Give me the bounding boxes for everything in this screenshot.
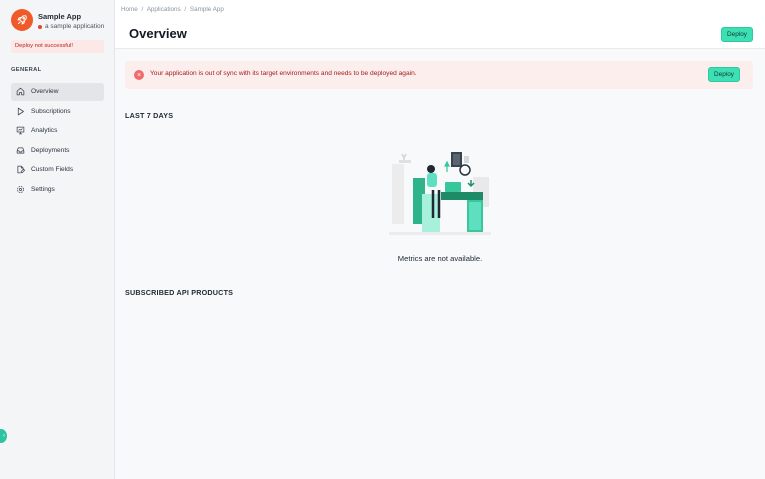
sidebar-item-label: Custom Fields xyxy=(31,166,74,174)
app-description-row: a sample application xyxy=(38,23,104,30)
chevron-left-icon: ‹ xyxy=(3,433,5,439)
sidebar-item-analytics[interactable]: Analytics xyxy=(11,122,104,140)
sidebar-item-label: Settings xyxy=(31,185,55,193)
inbox-tray-icon xyxy=(16,147,25,154)
sidebar-nav: Overview Subscriptions Analytics Deploym… xyxy=(11,83,104,200)
sidebar-item-subscriptions[interactable]: Subscriptions xyxy=(11,103,104,121)
deploy-button[interactable]: Deploy xyxy=(721,27,753,42)
metrics-heading: LAST 7 DAYS xyxy=(125,111,174,120)
app-header[interactable]: Sample App a sample application xyxy=(11,9,111,34)
banner-deploy-button[interactable]: Deploy xyxy=(708,67,740,82)
document-edit-icon xyxy=(17,166,25,174)
metrics-empty-message: Metrics are not available. xyxy=(397,254,483,263)
sidebar-item-label: Overview xyxy=(31,88,59,96)
presentation-chart-icon xyxy=(16,127,25,135)
breadcrumb-home[interactable]: Home xyxy=(121,6,138,13)
deploy-status-badge: Deploy not successful! xyxy=(11,40,104,53)
sidebar-item-label: Deployments xyxy=(31,146,70,154)
sidebar: Sample App a sample application Deploy n… xyxy=(0,0,115,479)
app-name: Sample App xyxy=(38,12,82,21)
sidebar-item-custom-fields[interactable]: Custom Fields xyxy=(11,161,104,179)
gear-icon xyxy=(17,185,24,193)
sidebar-item-overview[interactable]: Overview xyxy=(11,83,104,101)
out-of-sync-banner: × Your application is out of sync with i… xyxy=(125,61,753,89)
home-icon xyxy=(16,88,25,96)
breadcrumb-separator: / xyxy=(184,6,187,13)
sidebar-item-deployments[interactable]: Deployments xyxy=(11,142,104,160)
breadcrumb-current: Sample App xyxy=(189,6,224,13)
status-dot xyxy=(38,24,42,29)
sidebar-item-settings[interactable]: Settings xyxy=(11,181,104,199)
close-circle-icon: × xyxy=(134,70,144,80)
breadcrumb-applications[interactable]: Applications xyxy=(147,6,181,13)
banner-message: Your application is out of sync with its… xyxy=(150,70,417,77)
play-icon xyxy=(17,107,24,115)
sidebar-collapse-handle[interactable]: ‹ xyxy=(0,429,7,443)
breadcrumb-separator: / xyxy=(141,6,144,13)
subscribed-products-heading: SUBSCRIBED API PRODUCTS xyxy=(125,288,234,297)
rocket-icon xyxy=(17,15,27,25)
empty-metrics-illustration xyxy=(389,152,491,235)
app-description: a sample application xyxy=(45,23,105,30)
app-avatar xyxy=(11,9,33,31)
breadcrumb: Home / Applications / Sample App xyxy=(121,6,226,13)
top-bar: Home / Applications / Sample App Overvie… xyxy=(115,0,765,49)
sidebar-item-label: Analytics xyxy=(31,127,58,135)
page-title: Overview xyxy=(129,26,187,41)
nav-section-label: GENERAL xyxy=(11,67,42,73)
sidebar-item-label: Subscriptions xyxy=(31,107,71,115)
